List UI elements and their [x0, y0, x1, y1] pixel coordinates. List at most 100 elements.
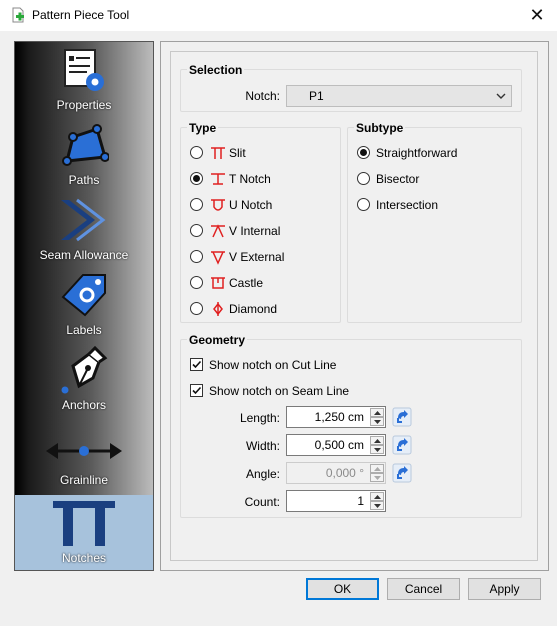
spin-up-icon[interactable] [370, 408, 384, 417]
u-notch-icon [211, 199, 225, 211]
angle-label: Angle: [245, 467, 280, 481]
subtype-straightforward-label: Straightforward [376, 146, 458, 160]
angle-spinbox[interactable]: 0,000 ° [286, 462, 386, 484]
checkbox-box [190, 358, 203, 371]
sidebar-item-label: Anchors [61, 398, 107, 412]
sidebar-item-label: Properties [56, 98, 112, 112]
subtype-intersection-label: Intersection [376, 198, 439, 212]
sidebar-item-labels[interactable]: Labels [15, 267, 153, 342]
cancel-button[interactable]: Cancel [387, 578, 460, 600]
type-v-external-radio[interactable]: V External [190, 248, 330, 266]
radio-circle [190, 250, 203, 263]
angle-reset-icon[interactable] [392, 463, 412, 483]
type-castle-radio[interactable]: Castle [190, 274, 330, 292]
notch-label: Notch: [245, 89, 280, 103]
checkbox-box [190, 384, 203, 397]
chevron-down-icon [496, 93, 506, 99]
geometry-group-title: Geometry [187, 333, 248, 347]
sidebar-item-properties[interactable]: Properties [15, 42, 153, 117]
angle-value: 0,000 ° [325, 466, 364, 480]
notches-icon [53, 501, 115, 546]
subtype-intersection-radio[interactable]: Intersection [357, 196, 507, 214]
type-diamond-radio[interactable]: Diamond [190, 300, 330, 318]
spin-down-icon[interactable] [370, 501, 384, 510]
spin-down-icon[interactable] [370, 445, 384, 454]
spin-up-icon[interactable] [370, 492, 384, 501]
type-v-internal-radio[interactable]: V Internal [190, 222, 330, 240]
grainline-icon [46, 443, 122, 459]
width-value: 0,500 cm [314, 438, 364, 452]
count-value: 1 [357, 494, 364, 508]
v-external-icon [211, 251, 225, 265]
type-t-notch-label: T Notch [229, 172, 271, 186]
notch-select[interactable]: P1 [286, 85, 512, 107]
sidebar-item-label: Grainline [59, 473, 109, 487]
notch-select-value: P1 [309, 89, 324, 103]
checkmark-icon [192, 360, 202, 369]
spin-up-icon [370, 464, 384, 473]
selection-group-title: Selection [187, 63, 245, 77]
type-v-external-label: V External [229, 250, 285, 264]
type-v-internal-label: V Internal [229, 224, 281, 238]
type-u-notch-radio[interactable]: U Notch [190, 196, 330, 214]
radio-circle [190, 302, 203, 315]
v-internal-icon [211, 224, 225, 238]
t-notch-icon [211, 173, 225, 185]
sidebar-item-label: Notches [61, 551, 107, 565]
slit-icon [211, 147, 225, 159]
radio-circle [190, 276, 203, 289]
radio-circle [190, 224, 203, 237]
sidebar-item-notches[interactable]: Notches [15, 495, 153, 570]
sidebar-item-anchors[interactable]: Anchors [15, 342, 153, 417]
type-slit-label: Slit [229, 146, 246, 160]
sidebar-item-seam-allowance[interactable]: Seam Allowance [15, 192, 153, 267]
radio-circle [357, 146, 370, 159]
count-spinbox[interactable]: 1 [286, 490, 386, 512]
subtype-bisector-radio[interactable]: Bisector [357, 170, 507, 188]
show-notch-seam-line-label: Show notch on Seam Line [209, 384, 350, 398]
width-spinbox[interactable]: 0,500 cm [286, 434, 386, 456]
castle-icon [211, 277, 225, 289]
diamond-icon [213, 302, 223, 316]
apply-button[interactable]: Apply [468, 578, 541, 600]
show-notch-cut-line-checkbox[interactable]: Show notch on Cut Line [190, 356, 390, 374]
type-diamond-label: Diamond [229, 302, 278, 316]
show-notch-cut-line-label: Show notch on Cut Line [209, 358, 337, 372]
length-label: Length: [239, 411, 280, 425]
type-t-notch-radio[interactable]: T Notch [190, 170, 330, 188]
sidebar-item-label: Labels [66, 323, 102, 337]
spin-buttons [370, 464, 384, 482]
paths-icon [62, 124, 109, 166]
spin-up-icon[interactable] [370, 436, 384, 445]
seam-allowance-icon [61, 198, 106, 242]
sidebar-item-label: Paths [68, 173, 100, 187]
sidebar-item-grainline[interactable]: Grainline [15, 417, 153, 492]
ok-button[interactable]: OK [306, 578, 379, 600]
subtype-bisector-label: Bisector [376, 172, 420, 186]
sidebar-item-paths[interactable]: Paths [15, 117, 153, 192]
spin-down-icon [370, 473, 384, 482]
radio-circle [357, 172, 370, 185]
width-label: Width: [245, 439, 280, 453]
subtype-group-title: Subtype [354, 121, 406, 135]
length-value: 1,250 cm [314, 410, 364, 424]
spin-down-icon[interactable] [370, 417, 384, 426]
window-title: Pattern Piece Tool [32, 8, 130, 22]
subtype-straightforward-radio[interactable]: Straightforward [357, 144, 507, 162]
radio-circle [190, 146, 203, 159]
radio-circle [190, 172, 203, 185]
app-icon [12, 7, 24, 23]
type-u-notch-label: U Notch [229, 198, 273, 212]
anchors-icon [61, 346, 108, 394]
length-reset-icon[interactable] [392, 407, 412, 427]
labels-icon [61, 274, 106, 317]
width-reset-icon[interactable] [392, 435, 412, 455]
sidebar: Properties Paths Seam Allowance Labels A… [14, 41, 154, 571]
radio-circle [190, 198, 203, 211]
length-spinbox[interactable]: 1,250 cm [286, 406, 386, 428]
count-label: Count: [244, 495, 280, 509]
type-castle-label: Castle [229, 276, 264, 290]
type-slit-radio[interactable]: Slit [190, 144, 330, 162]
show-notch-seam-line-checkbox[interactable]: Show notch on Seam Line [190, 382, 390, 400]
close-icon[interactable]: ✕ [522, 3, 552, 27]
